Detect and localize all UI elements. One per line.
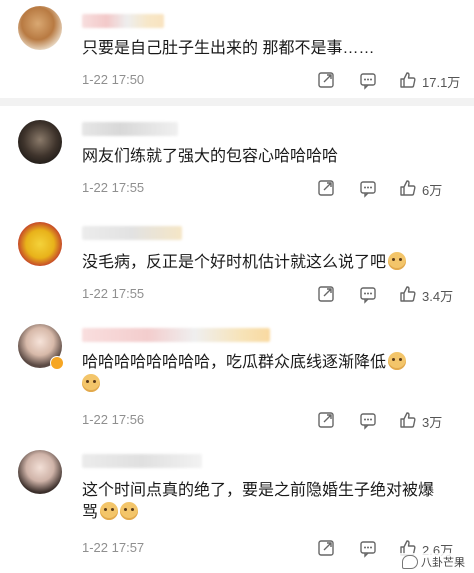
share-icon[interactable] <box>316 70 336 90</box>
like-count: 3.4万 <box>422 289 454 304</box>
thumbs-up-icon[interactable] <box>398 410 418 430</box>
thumbs-up-icon[interactable] <box>398 178 418 198</box>
like-count: 3万 <box>422 415 443 430</box>
comment-text: 网友们练就了强大的包容心哈哈哈哈 <box>82 148 339 165</box>
thumbs-up-icon[interactable] <box>398 70 418 90</box>
like-count: 6万 <box>422 183 443 198</box>
doge-emoji-icon <box>388 352 407 370</box>
username-blurred[interactable] <box>82 122 178 136</box>
comment-item: 哈哈哈哈哈哈哈哈，吃瓜群众底线逐渐降低 1-22 17:56 3万 <box>0 314 474 438</box>
comment-text: 没毛病，反正是个好时机估计就这么说了吧 <box>82 252 452 274</box>
share-icon[interactable] <box>316 284 336 304</box>
comment-time: 1-22 17:56 <box>82 412 145 427</box>
verified-badge <box>50 356 64 370</box>
comment-time: 1-22 17:55 <box>82 180 145 195</box>
thumbs-up-icon[interactable] <box>398 284 418 304</box>
comment-icon[interactable] <box>358 538 378 558</box>
avatar[interactable] <box>18 450 62 494</box>
comment-actions: 6万 <box>312 178 462 198</box>
like-count: 17.1万 <box>422 75 461 90</box>
doge-emoji-icon <box>82 374 100 392</box>
comment-icon[interactable] <box>358 284 378 304</box>
watermark-text: 八卦芒果 <box>421 557 465 569</box>
comment-item: 只要是自己肚子生出来的 那都不是事…… 1-22 17:50 17.1万 <box>0 0 474 98</box>
comment-item: 没毛病，反正是个好时机估计就这么说了吧 1-22 17:55 3.4万 <box>0 210 474 314</box>
comment-text-content: 哈哈哈哈哈哈哈哈，吃瓜群众底线逐渐降低 <box>82 354 387 371</box>
comment-actions: 3万 <box>312 410 462 430</box>
comment-text: 这个时间点真的绝了，要是之前隐婚生子绝对被爆骂 <box>82 480 442 524</box>
avatar[interactable] <box>18 6 62 50</box>
comment-actions: 17.1万 <box>312 70 462 90</box>
comment-time: 1-22 17:50 <box>82 72 145 87</box>
doge-emoji-icon <box>120 502 139 520</box>
username-blurred[interactable] <box>82 14 164 28</box>
comment-time: 1-22 17:57 <box>82 540 145 555</box>
username-blurred[interactable] <box>82 454 202 468</box>
divider <box>0 98 474 106</box>
doge-emoji-icon <box>100 502 119 520</box>
comment-text: 哈哈哈哈哈哈哈哈，吃瓜群众底线逐渐降低 <box>82 352 442 396</box>
avatar[interactable] <box>18 222 62 266</box>
comment-text-content: 没毛病，反正是个好时机估计就这么说了吧 <box>82 254 387 271</box>
wechat-logo-icon <box>402 555 418 569</box>
comment-actions: 3.4万 <box>312 284 462 304</box>
share-icon[interactable] <box>316 178 336 198</box>
comment-icon[interactable] <box>358 178 378 198</box>
watermark: 八卦芒果 <box>399 553 468 571</box>
comment-item: 网友们练就了强大的包容心哈哈哈哈 1-22 17:55 6万 <box>0 106 474 210</box>
username-blurred[interactable] <box>82 226 182 240</box>
avatar[interactable] <box>18 120 62 164</box>
comment-icon[interactable] <box>358 70 378 90</box>
username-blurred[interactable] <box>82 328 270 342</box>
doge-emoji-icon <box>388 252 407 270</box>
share-icon[interactable] <box>316 538 336 558</box>
comment-text: 只要是自己肚子生出来的 那都不是事…… <box>82 40 375 57</box>
share-icon[interactable] <box>316 410 336 430</box>
comment-time: 1-22 17:55 <box>82 286 145 301</box>
comment-icon[interactable] <box>358 410 378 430</box>
